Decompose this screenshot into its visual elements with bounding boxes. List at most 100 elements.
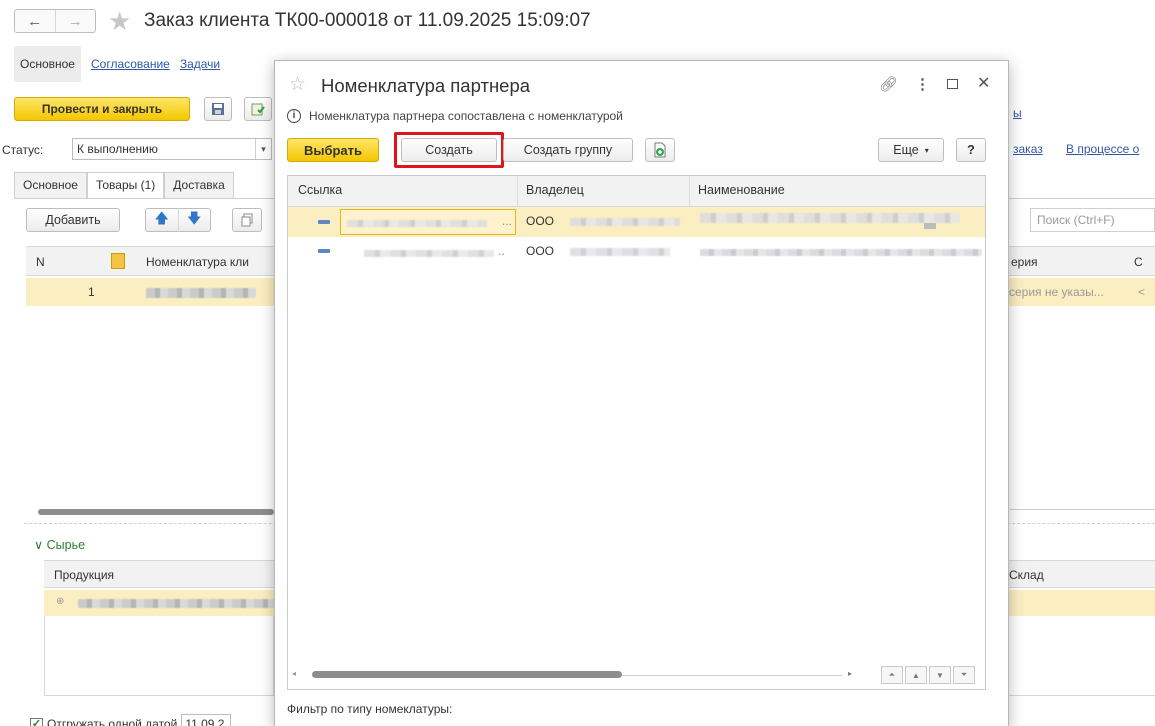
scroll-right-icon[interactable]: ▸ [848, 669, 852, 678]
search-input[interactable]: Поиск (Ctrl+F) [1030, 208, 1155, 232]
info-line: i Номенклатура партнера сопоставлена с н… [287, 109, 623, 123]
post-and-close-button[interactable]: Провести и закрыть [14, 97, 190, 121]
scroll-track [622, 675, 842, 676]
favorite-star-icon[interactable]: ★ [108, 6, 131, 36]
favorite-star-icon[interactable]: ☆ [289, 73, 306, 96]
chevron-down-icon: ▾ [255, 139, 271, 159]
date-input[interactable]: 11.09.2 [181, 714, 232, 726]
create-group-button[interactable]: Создать группу [503, 138, 633, 162]
raw-table-body-right [1008, 616, 1155, 696]
dialog-title: Номенклатура партнера [321, 75, 531, 96]
item-marker-icon [318, 220, 330, 224]
link-icon[interactable]: 🔗︎ [879, 75, 898, 93]
checkbox-checked-icon[interactable]: ✓ [30, 717, 43, 726]
section-title: Сырье [46, 538, 86, 552]
col-name: Наименование [698, 183, 785, 197]
select-button[interactable]: Выбрать [287, 138, 379, 162]
col-reference: Ссылка [298, 183, 343, 197]
copy-button[interactable] [232, 208, 262, 232]
row-number: 1 [88, 285, 95, 299]
subtab-goods[interactable]: Товары (1) [86, 172, 165, 198]
group-icon [111, 253, 125, 269]
col-separator [689, 176, 690, 207]
nomenclature-table: Ссылка Владелец Наименование ... ООО .. … [287, 175, 986, 690]
redacted-text [700, 213, 960, 223]
close-icon[interactable]: ✕ [977, 73, 990, 93]
scrollbar-thumb[interactable] [38, 509, 274, 515]
col-owner: Владелец [526, 183, 584, 197]
post-button[interactable] [244, 97, 272, 121]
save-icon [212, 103, 224, 115]
subtab-main[interactable]: Основное [14, 172, 87, 198]
partner-nomenclature-dialog: ☆ Номенклатура партнера 🔗︎ ⋮ ✕ i Номенкл… [274, 60, 1009, 726]
owner-value: ООО [526, 244, 555, 258]
col-last: С [1134, 255, 1143, 269]
back-button[interactable]: ← [15, 10, 55, 32]
more-button[interactable]: Еще ▾ [878, 138, 944, 162]
scroll-nav-buttons: ⏶ ▲ ▼ ⏷ [881, 666, 975, 684]
chevron-down-icon: ▾ [924, 145, 929, 155]
post-icon [251, 103, 265, 116]
table-row[interactable]: ... ООО [288, 207, 985, 237]
status-value: К выполнению [77, 142, 158, 156]
redacted-text [570, 218, 680, 226]
subtab-delivery[interactable]: Доставка [164, 172, 234, 198]
redacted-text [146, 288, 256, 298]
owner-value: ООО [526, 214, 555, 228]
tab-approval[interactable]: Согласование [91, 57, 170, 71]
filter-label: Фильтр по типу номеклатуры: [287, 702, 453, 716]
help-button[interactable]: ? [956, 138, 986, 162]
scroll-top-icon[interactable]: ⏶ [881, 666, 903, 684]
table-header: Ссылка Владелец Наименование [288, 176, 985, 207]
link-right-1[interactable]: ы [1013, 106, 1022, 120]
ship-one-date[interactable]: ✓ Отгружать одной датой 11.09.2 [30, 714, 232, 726]
selected-cell[interactable]: ... [340, 209, 516, 235]
copy-icon [241, 213, 253, 227]
redacted-text [364, 250, 494, 257]
col-separator [517, 176, 518, 207]
info-text: Номенклатура партнера сопоставлена с ном… [309, 109, 623, 123]
horizontal-scrollbar-thumb[interactable] [312, 671, 622, 678]
expand-icon[interactable]: ⊕ [56, 596, 64, 607]
redacted-text [700, 249, 982, 256]
create-button[interactable]: Создать [401, 138, 497, 162]
scroll-bottom-icon[interactable]: ⏷ [953, 666, 975, 684]
scroll-left-icon[interactable]: ◂ [292, 669, 296, 678]
forward-button[interactable]: → [54, 10, 96, 32]
save-button[interactable] [204, 97, 232, 121]
col-product: Продукция [54, 568, 115, 582]
arrow-up-icon[interactable]: 🡅 [146, 208, 178, 232]
nav-buttons: ← → [14, 9, 96, 33]
row-last: < [1138, 285, 1146, 299]
link-in-progress[interactable]: В процессе о [1066, 142, 1139, 156]
item-marker-icon [318, 249, 330, 253]
add-document-icon [654, 142, 666, 158]
sub-tabs: Основное Товары (1) Доставка [14, 172, 234, 198]
table-row[interactable]: .. ООО [288, 237, 985, 268]
status-select[interactable]: К выполнению ▾ [72, 138, 272, 160]
add-from-template-button[interactable] [645, 138, 675, 162]
col-warehouse: Склад [1009, 568, 1044, 582]
maximize-icon[interactable] [947, 79, 958, 89]
top-tabs: Основное Согласование Задачи [14, 46, 220, 82]
redacted-text [570, 248, 670, 256]
redacted-text [347, 220, 487, 227]
tab-tasks[interactable]: Задачи [180, 57, 220, 71]
more-label: Еще [893, 143, 919, 157]
col-nomenclature: Номенклатура кли [146, 255, 249, 269]
redacted-text [78, 599, 278, 608]
arrow-down-icon[interactable]: 🡇 [177, 208, 211, 232]
ellipsis: ... [501, 214, 512, 228]
status-label: Статус: [2, 143, 44, 157]
add-button[interactable]: Добавить [26, 208, 120, 232]
raw-table-body [44, 616, 274, 696]
link-order[interactable]: заказ [1013, 142, 1043, 156]
checkbox-label: Отгружать одной датой [47, 717, 178, 726]
more-menu-icon[interactable]: ⋮ [915, 75, 930, 93]
scroll-down-icon[interactable]: ▼ [929, 666, 951, 684]
scroll-up-icon[interactable]: ▲ [905, 666, 927, 684]
section-raw[interactable]: ∨ Сырье [34, 537, 85, 552]
tab-main[interactable]: Основное [14, 46, 81, 82]
info-icon: i [287, 109, 301, 123]
col-series: ерия [1011, 255, 1038, 269]
